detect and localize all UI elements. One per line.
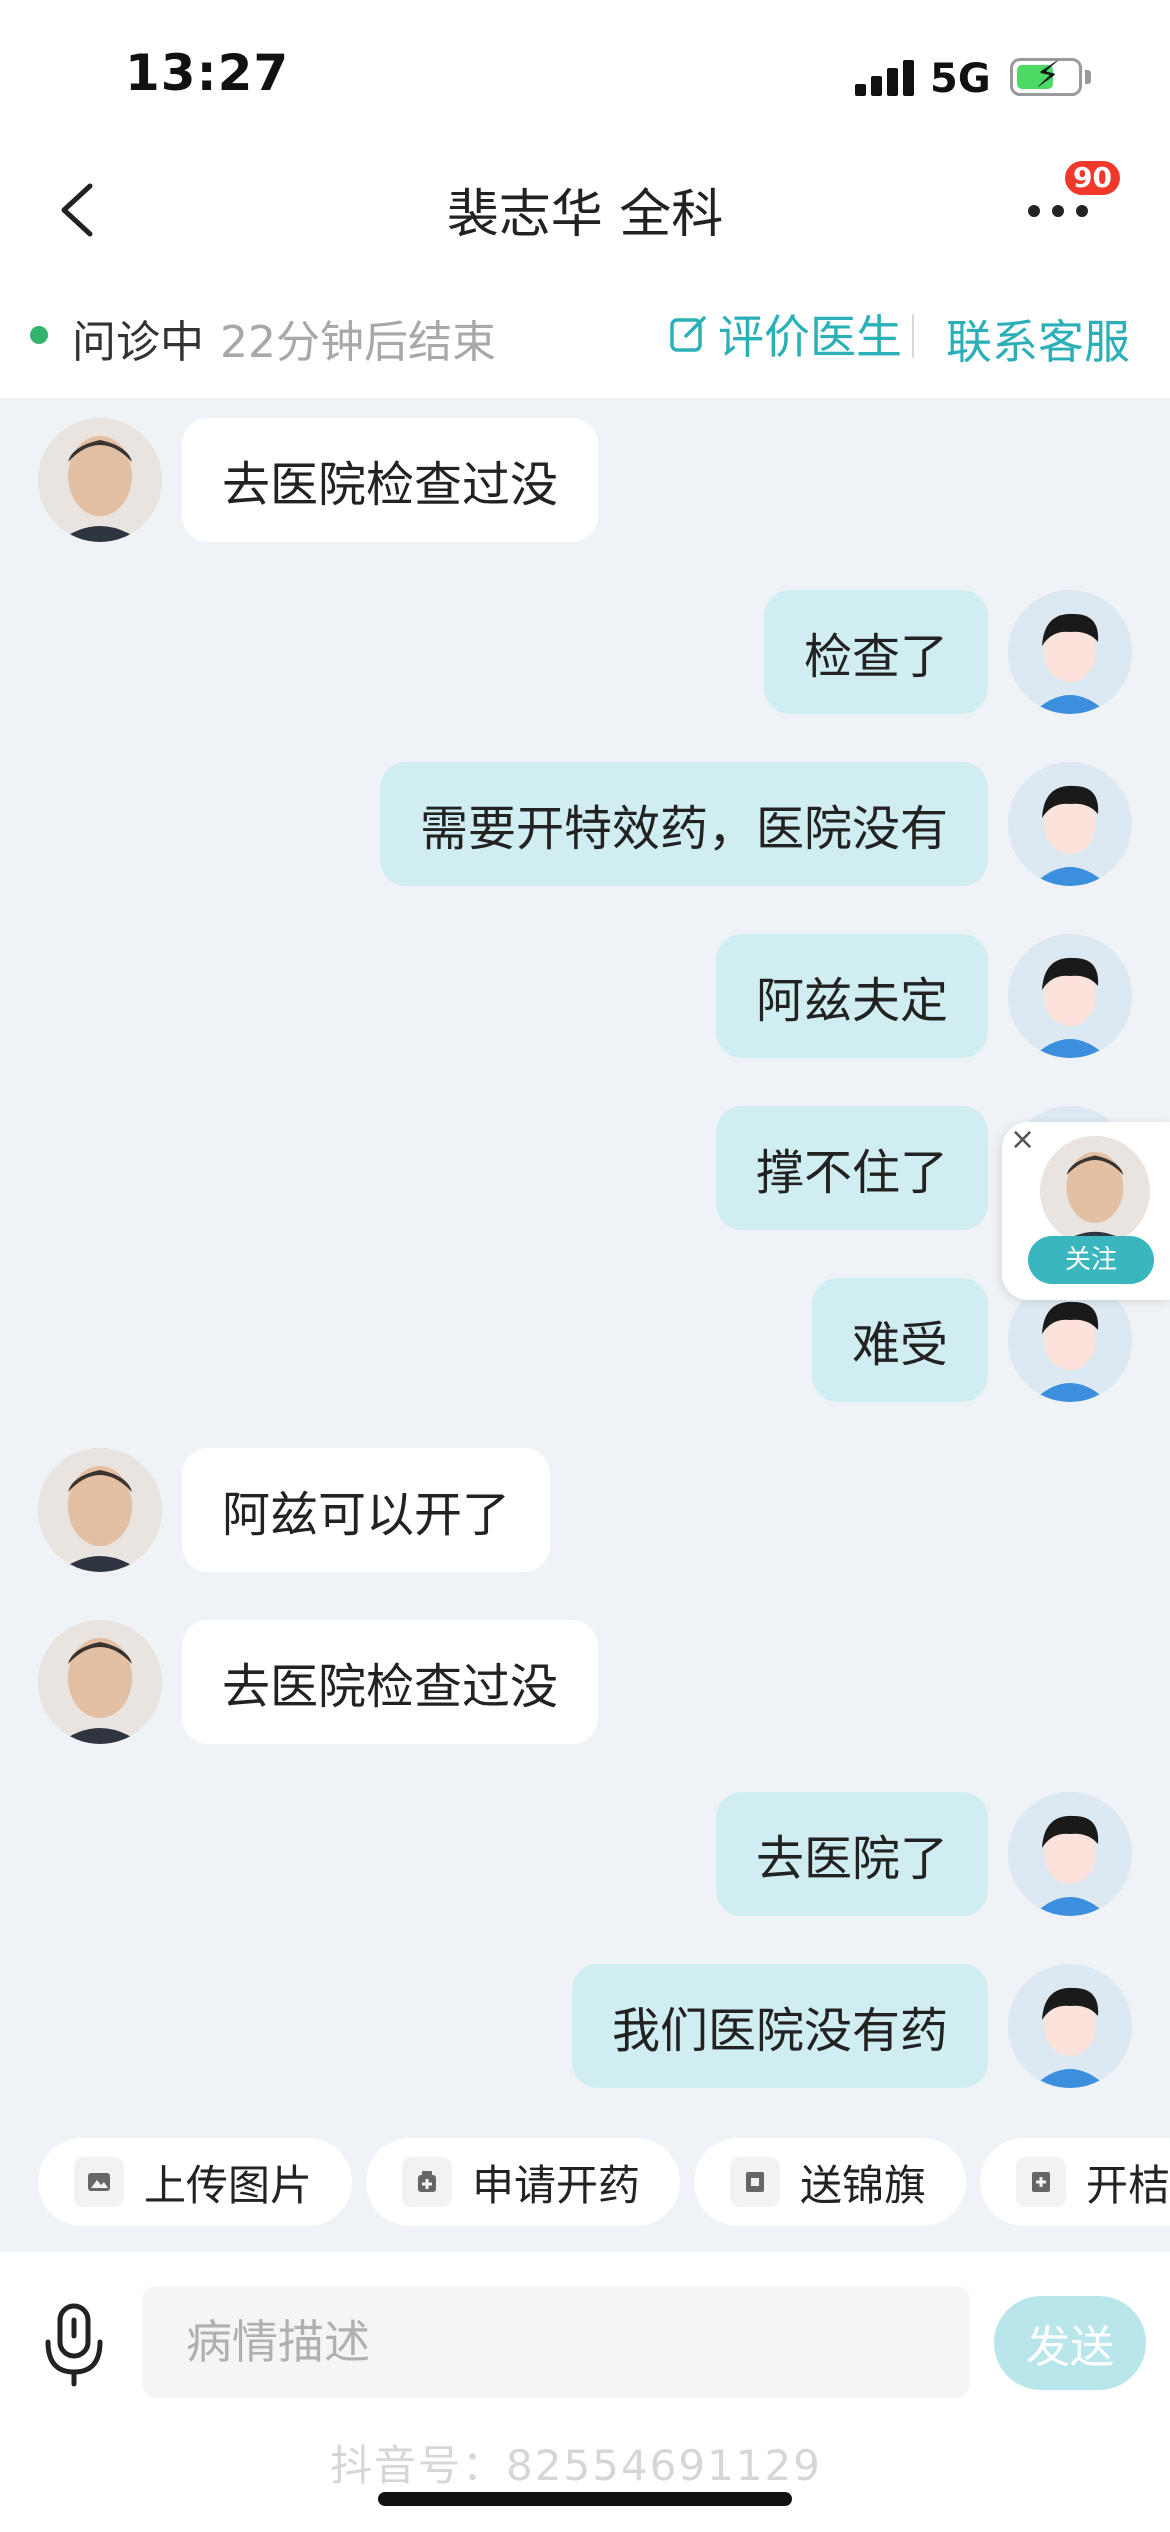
consult-time-remaining: 22分钟后结束 [220,317,496,368]
message-user: 阿兹夫定 [715,934,1132,1058]
battery-tip [1085,70,1091,84]
message-bubble[interactable]: 去医院了 [715,1792,988,1916]
symptom-input[interactable] [142,2286,970,2398]
follow-button[interactable]: 关注 [1028,1236,1154,1284]
user-avatar[interactable] [1008,762,1132,886]
quick-actions-bar: 上传图片 申请开药 送锦旗 开桔 [0,2138,1170,2228]
user-avatar[interactable] [1008,934,1132,1058]
user-avatar[interactable] [1008,1792,1132,1916]
home-indicator[interactable] [378,2492,792,2506]
nav-bar: 裴志华 全科 [0,150,1170,270]
upload-image-button[interactable]: 上传图片 [38,2138,353,2226]
message-bubble[interactable]: 撑不住了 [715,1106,988,1230]
message-user: 检查了 [763,590,1132,714]
image-icon [74,2157,124,2207]
microphone-icon [45,2303,103,2387]
rate-doctor-label: 评价医生 [718,310,902,364]
status-time: 13:27 [125,44,290,102]
message-bubble[interactable]: 阿兹可以开了 [182,1448,551,1572]
chat-area[interactable]: 去医院检查过没 检查了 需要开特效药，医院没有 阿兹夫定 撑不住了 难受 阿兹可… [0,398,1170,2138]
message-user: 需要开特效药，医院没有 [379,762,1132,886]
doctor-avatar[interactable] [38,1448,162,1572]
chip-label: 申请开药 [472,2160,641,2210]
message-bubble[interactable]: 我们医院没有药 [571,1964,988,2088]
consult-status: 问诊中 [72,317,204,368]
chip-label: 上传图片 [144,2160,313,2210]
status-bar: 13:27 5G ⚡ [0,0,1170,150]
send-button[interactable]: 发送 [994,2296,1146,2390]
consult-status-bar: 问诊中 22分钟后结束 评价医生 联系客服 [0,270,1170,398]
user-avatar[interactable] [1008,1964,1132,2088]
message-doctor: 去医院检查过没 [38,418,599,542]
request-medicine-button[interactable]: 申请开药 [366,2138,681,2226]
more-icon [1028,205,1040,217]
message-bubble[interactable]: 去医院检查过没 [182,418,599,542]
divider [912,314,914,358]
follow-doctor-card: × 关注 [1002,1122,1170,1300]
more-action-button[interactable]: 开桔 [980,2138,1170,2226]
watermark-text: 抖音号：82554691129 [330,2441,822,2490]
rate-doctor-button[interactable]: 评价医生 [668,304,902,364]
message-doctor: 阿兹可以开了 [38,1448,551,1572]
plus-doc-icon [1016,2157,1066,2207]
message-bubble[interactable]: 难受 [811,1278,988,1402]
signal-icon [855,60,915,96]
doctor-avatar[interactable] [1040,1136,1150,1246]
page-title: 裴志华 全科 [446,185,724,245]
chip-label: 开桔 [1086,2160,1170,2210]
battery-icon: ⚡ [1010,55,1082,96]
message-bubble[interactable]: 去医院检查过没 [182,1620,599,1744]
contact-service-button[interactable]: 联系客服 [946,306,1130,372]
message-doctor: 去医院检查过没 [38,1620,599,1744]
close-icon[interactable]: × [1010,1122,1035,1157]
notification-badge: 90 [1062,158,1123,198]
banner-icon [730,2157,780,2207]
medicine-icon [402,2157,452,2207]
back-button[interactable] [50,180,110,240]
network-label: 5G [930,56,991,102]
doctor-avatar[interactable] [38,418,162,542]
online-dot-icon [30,326,48,344]
message-bubble[interactable]: 需要开特效药，医院没有 [379,762,988,886]
user-avatar[interactable] [1008,590,1132,714]
message-bubble[interactable]: 阿兹夫定 [715,934,988,1058]
doctor-avatar[interactable] [38,1620,162,1744]
voice-button[interactable] [40,2300,108,2390]
message-bubble[interactable]: 检查了 [763,590,988,714]
message-user: 去医院了 [715,1792,1132,1916]
edit-icon [670,316,706,352]
send-banner-button[interactable]: 送锦旗 [694,2138,967,2226]
composer-bar: 发送 抖音号：82554691129 [0,2252,1170,2532]
chevron-left-icon [61,183,93,237]
message-user: 我们医院没有药 [571,1964,1132,2088]
chip-label: 送锦旗 [800,2160,927,2210]
